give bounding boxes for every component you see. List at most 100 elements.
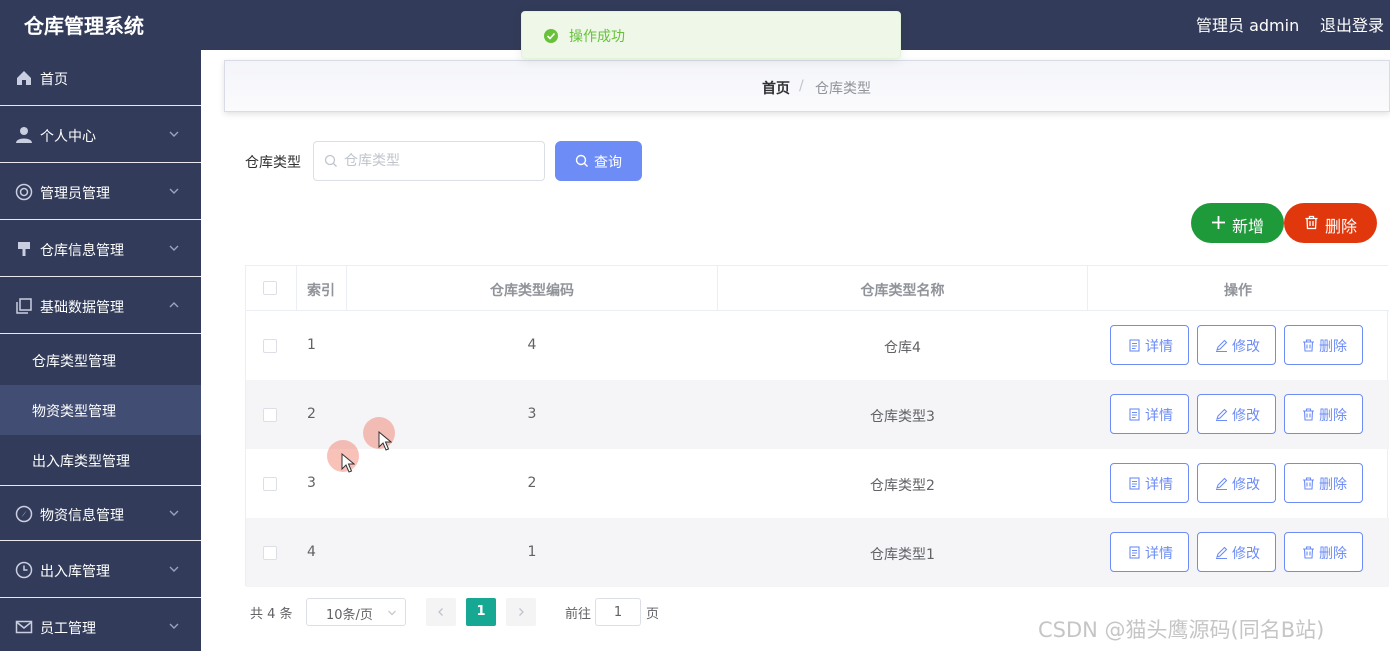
column-divider: [296, 266, 297, 311]
app-title: 仓库管理系统: [24, 14, 144, 38]
toast-message: 操作成功: [569, 29, 625, 45]
chevron-down-icon: [169, 188, 179, 194]
next-page-button[interactable]: [506, 598, 536, 626]
edit-button[interactable]: 修改: [1197, 394, 1276, 434]
admin-icon: [15, 183, 33, 201]
sidebar-item-inout-management[interactable]: 出入库管理: [0, 542, 201, 598]
sidebar-subitem-warehouse-type[interactable]: 仓库类型管理: [0, 335, 201, 385]
page-size-value: 10条/页: [326, 608, 373, 623]
delete-button-label: 删除: [1319, 408, 1347, 424]
edit-button[interactable]: 修改: [1197, 532, 1276, 572]
chevron-down-icon: [169, 510, 179, 516]
sidebar-item-admin-management[interactable]: 管理员管理: [0, 164, 201, 220]
batch-delete-button[interactable]: 删除: [1284, 203, 1377, 243]
goto-page-input[interactable]: [595, 598, 641, 626]
cell-name: 仓库类型3: [870, 409, 935, 425]
warehouse-icon: [18, 242, 30, 256]
table-row: 1 4 仓库4 详情 修改 删除: [246, 311, 1389, 380]
cell-name: 仓库类型2: [870, 478, 935, 494]
prev-page-button[interactable]: [426, 598, 456, 626]
document-icon: [1129, 546, 1140, 559]
trash-icon: [1305, 215, 1318, 230]
detail-button-label: 详情: [1145, 477, 1173, 493]
edit-button-label: 修改: [1232, 339, 1260, 355]
cell-index: 4: [307, 544, 316, 560]
sidebar-item-label: 出入库管理: [40, 564, 110, 580]
chevron-left-icon: [438, 608, 443, 616]
breadcrumb-home[interactable]: 首页: [762, 78, 790, 98]
logout-link[interactable]: 退出登录: [1320, 12, 1384, 36]
batch-delete-button-label: 删除: [1325, 217, 1358, 236]
add-button[interactable]: 新增: [1191, 203, 1284, 243]
chevron-right-icon: [519, 608, 524, 616]
search-field[interactable]: [313, 141, 545, 181]
chevron-down-icon: [169, 245, 179, 251]
sidebar-subitem-inout-type[interactable]: 出入库类型管理: [0, 435, 201, 485]
cell-index: 2: [307, 406, 316, 422]
edit-icon: [1216, 546, 1228, 559]
delete-button[interactable]: 删除: [1284, 325, 1363, 365]
detail-button-label: 详情: [1145, 546, 1173, 562]
home-icon: [17, 71, 31, 85]
chevron-down-icon: [388, 610, 396, 616]
sidebar-item-basic-data[interactable]: 基础数据管理: [0, 278, 201, 334]
table-row: 2 3 仓库类型3 详情 修改 删除: [246, 380, 1389, 449]
sidebar-item-home[interactable]: 首页: [0, 50, 201, 106]
sidebar-item-personal-center[interactable]: 个人中心: [0, 107, 201, 163]
success-check-icon: [544, 29, 558, 43]
cell-index: 1: [307, 337, 316, 353]
pagination-total: 共 4 条: [250, 607, 293, 622]
edit-icon: [1216, 477, 1228, 490]
sidebar: 首页 个人中心 管理员管理 仓库信息管理 基础数据管理 仓库类型管理 物资类型管…: [0, 50, 201, 651]
detail-button[interactable]: 详情: [1110, 325, 1189, 365]
document-icon: [1129, 477, 1140, 490]
edit-button-label: 修改: [1232, 546, 1260, 562]
sidebar-item-label: 员工管理: [40, 621, 96, 637]
breadcrumb: 首页 / 仓库类型: [224, 60, 1390, 112]
edit-button[interactable]: 修改: [1197, 325, 1276, 365]
page-number-current[interactable]: 1: [466, 598, 496, 626]
sidebar-item-material-info[interactable]: 物资信息管理: [0, 485, 201, 541]
cell-code: 4: [527, 337, 537, 353]
sidebar-item-label: 物资信息管理: [40, 508, 124, 524]
column-header-name: 仓库类型名称: [860, 283, 945, 299]
sidebar-subitem-material-type[interactable]: 物资类型管理: [0, 385, 201, 435]
sidebar-item-staff-management[interactable]: 员工管理: [0, 599, 201, 651]
detail-button[interactable]: 详情: [1110, 394, 1189, 434]
query-button[interactable]: 查询: [555, 141, 642, 181]
sidebar-subitem-label: 物资类型管理: [32, 404, 116, 420]
row-checkbox[interactable]: [263, 408, 277, 422]
column-header-index: 索引: [307, 283, 335, 299]
search-icon: [575, 154, 588, 167]
delete-button[interactable]: 删除: [1284, 532, 1363, 572]
mail-icon: [15, 620, 33, 634]
cell-index: 3: [307, 475, 316, 491]
column-header-code: 仓库类型编码: [490, 283, 574, 299]
chevron-up-icon: [169, 302, 179, 308]
row-checkbox[interactable]: [263, 546, 277, 560]
detail-button-label: 详情: [1145, 408, 1173, 424]
table-header: 索引 仓库类型编码 仓库类型名称 操作: [246, 266, 1389, 311]
search-input[interactable]: [344, 151, 534, 171]
delete-button[interactable]: 删除: [1284, 463, 1363, 503]
select-all-checkbox[interactable]: [263, 281, 277, 295]
row-checkbox[interactable]: [263, 339, 277, 353]
chevron-down-icon: [169, 131, 179, 137]
edit-button[interactable]: 修改: [1197, 463, 1276, 503]
sidebar-subitem-label: 仓库类型管理: [32, 354, 116, 370]
delete-button[interactable]: 删除: [1284, 394, 1363, 434]
delete-button-label: 删除: [1319, 477, 1347, 493]
page-size-select[interactable]: 10条/页: [306, 598, 406, 626]
cursor-icon: [341, 453, 355, 473]
edit-icon: [1216, 339, 1228, 352]
detail-button[interactable]: 详情: [1110, 532, 1189, 572]
success-toast: 操作成功: [521, 11, 901, 59]
sidebar-item-warehouse-info[interactable]: 仓库信息管理: [0, 221, 201, 277]
table-row: 3 2 仓库类型2 详情 修改 删除: [246, 449, 1389, 518]
row-checkbox[interactable]: [263, 477, 277, 491]
detail-button[interactable]: 详情: [1110, 463, 1189, 503]
trash-icon: [1303, 477, 1314, 490]
copy-icon: [16, 298, 32, 314]
delete-button-label: 删除: [1319, 339, 1347, 355]
goto-label: 前往: [565, 607, 592, 622]
